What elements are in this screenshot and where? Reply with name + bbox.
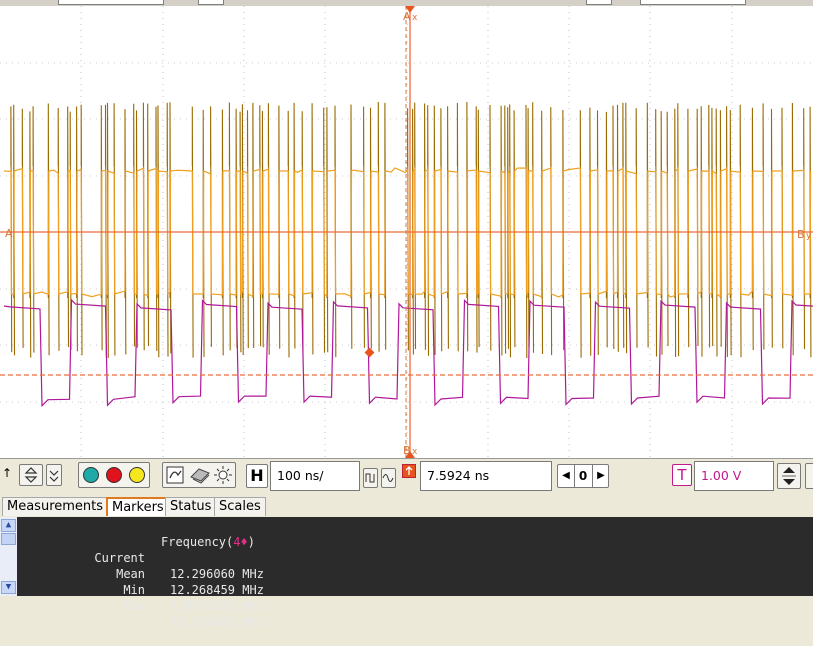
measurement-panel: ▲ ▼ Frequency(4♦) Current 12.296060 MHz … (0, 517, 813, 629)
scroll-up-down-button[interactable] (19, 464, 43, 486)
panel-tabs: Measurements Markers Status Scales (0, 495, 813, 517)
tab-measurements[interactable]: Measurements (2, 497, 109, 516)
delay-stepper: ◀ 0 ▶ (557, 464, 609, 488)
delay-field[interactable]: 7.5924 ns (420, 461, 552, 491)
top-control-3[interactable] (586, 0, 612, 5)
brightness-icon[interactable] (214, 466, 232, 484)
waveforms (3, 101, 813, 408)
top-control-1[interactable] (58, 0, 164, 5)
marker-a-top-label: A (403, 10, 411, 23)
delay-reference-icon[interactable] (402, 464, 416, 478)
marker-a-top-x-icon: x (412, 13, 418, 23)
measurement-row-mean: Mean 12.268459 MHz (0, 550, 813, 597)
tab-scales[interactable]: Scales (214, 497, 266, 516)
print-icon[interactable] (190, 468, 210, 484)
marker-b-bottom-label: B (403, 444, 411, 457)
waveform-canvas[interactable]: A x A B y B x (0, 6, 813, 458)
trigger-level-field[interactable]: 1.00 V (694, 461, 774, 491)
channel-red-button[interactable] (106, 467, 122, 483)
trigger-button[interactable]: T (672, 464, 692, 486)
top-control-4[interactable] (640, 0, 746, 5)
sine-mode-icon[interactable] (381, 468, 396, 488)
autoscale-icon[interactable] (166, 466, 184, 484)
horizontal-label: H (250, 466, 264, 485)
time-per-div-field[interactable]: 100 ns/ (270, 461, 360, 491)
top-control-2[interactable] (198, 0, 224, 5)
waveform-mode-icon[interactable] (363, 468, 378, 488)
marker-a-left-label: A (5, 227, 13, 240)
channel-yellow-button[interactable] (129, 467, 145, 483)
measurement-title-row: Frequency(4♦) (0, 518, 813, 549)
measurement-row-current: Current 12.296060 MHz (0, 534, 813, 581)
measurement-value: 12.314602 MHz (170, 615, 264, 629)
tab-status[interactable]: Status (165, 497, 217, 516)
measurement-point-marker (364, 347, 375, 358)
measurement-value: 2.0072763 MHz (170, 599, 264, 613)
channel-buttons (78, 462, 150, 488)
data-trace-dark (10, 101, 812, 359)
trigger-more-button[interactable] (805, 463, 813, 489)
waveform-display[interactable]: A x A B y B x (0, 6, 813, 459)
marker-b-right-label: B (797, 228, 805, 241)
trigger-level-stepper[interactable] (777, 463, 801, 489)
channel-cyan-button[interactable] (83, 467, 99, 483)
marker-b-right-y-icon: y (806, 231, 812, 241)
control-toolbar: ↑ H 100 ns/ 7.5924 ns ◀ 0 ▶ T 1.00 V (0, 459, 813, 495)
measurement-row-min: Min 2.0072763 MHz (0, 566, 813, 613)
delay-right-icon[interactable]: ▶ (592, 465, 609, 487)
delay-zero-button[interactable]: 0 (575, 465, 591, 487)
arrow-up-icon[interactable]: ↑ (0, 462, 14, 486)
delay-left-icon[interactable]: ◀ (558, 465, 575, 487)
display-tools (162, 462, 236, 488)
scroll-down-button[interactable] (46, 464, 62, 486)
horizontal-button[interactable]: H (246, 464, 268, 488)
marker-b-bottom-x-icon: x (412, 447, 418, 457)
tab-markers[interactable]: Markers (106, 497, 170, 516)
trigger-label: T (677, 466, 687, 484)
measurement-label: Max (123, 599, 145, 613)
